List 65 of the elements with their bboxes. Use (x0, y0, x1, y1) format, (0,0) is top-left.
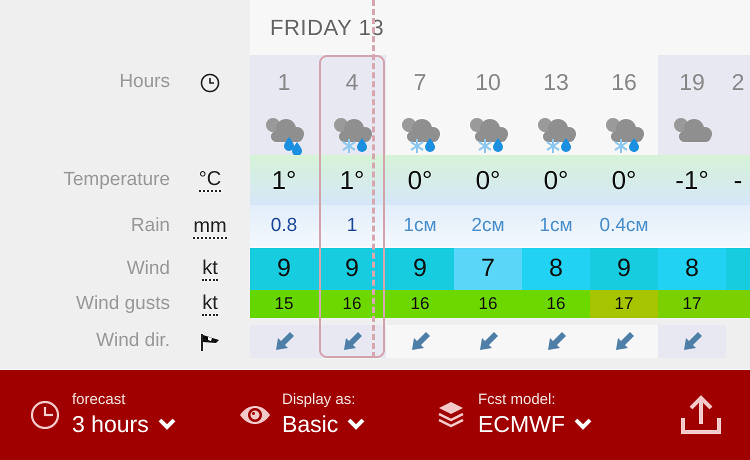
hour-cell: 16 (590, 55, 658, 110)
wind-cell: 8 (522, 248, 590, 290)
wind-cell: 9 (318, 248, 386, 290)
temperature-value: 0° (612, 164, 636, 196)
wind-arrow-icon (545, 330, 567, 352)
hour-cell: 13 (522, 55, 590, 110)
gust-cell: 17 (590, 290, 658, 318)
windsock-icon (199, 332, 221, 352)
temperature-value: 0° (408, 164, 432, 196)
row-label: Wind gusts (76, 292, 170, 314)
gust-cell (726, 290, 750, 318)
wind-arrow-icon (681, 330, 703, 352)
wind-cell: 9 (250, 248, 318, 290)
hour-cell: 19 (658, 55, 726, 110)
temperature-value: -1° (675, 164, 709, 196)
row-label: Wind dir. (96, 330, 170, 352)
chevron-down-icon (572, 417, 593, 431)
rain-value: 0.4см (600, 214, 648, 238)
row-label: Hours (119, 71, 170, 92)
wind-cell (726, 248, 750, 290)
wind-cell: 7 (454, 248, 522, 290)
clock-icon (28, 399, 62, 431)
gust-cell: 17 (658, 290, 726, 318)
chevron-down-icon (346, 417, 366, 431)
chevron-down-icon (156, 417, 177, 431)
rain-value: 2см (471, 214, 505, 238)
wind-cell: 9 (590, 248, 658, 290)
wind-arrow-icon (477, 330, 499, 352)
temperature-value: 1° (272, 164, 296, 196)
rain-value: 1см (539, 214, 573, 238)
wind-arrow-icon (273, 330, 295, 352)
wind-cell: 8 (658, 248, 726, 290)
temperature-value: 0° (544, 164, 568, 196)
share-icon (680, 394, 722, 436)
row-label: Rain (130, 215, 170, 236)
wind-arrow-icon (341, 330, 363, 352)
unit-label: kt (202, 292, 218, 316)
gust-cell: 16 (386, 290, 454, 318)
wind-cell: 9 (386, 248, 454, 290)
share-button[interactable] (680, 394, 722, 436)
temperature-value: 0° (476, 164, 500, 196)
dropdown-button[interactable]: forecast 3 hours (28, 391, 238, 439)
temperature-value: 1° (340, 164, 364, 196)
gust-cell: 16 (454, 290, 522, 318)
hour-cell: 1 (250, 55, 318, 110)
row-label: Wind (126, 258, 170, 279)
gust-cell: 16 (522, 290, 590, 318)
unit-label: mm (193, 214, 227, 238)
gust-cell: 15 (250, 290, 318, 318)
clock-icon (200, 72, 220, 92)
unit-label: kt (202, 257, 218, 281)
wind-arrow-icon (613, 330, 635, 352)
rain-value: 0.8 (270, 214, 298, 238)
wind-arrow-icon (409, 330, 431, 352)
hour-cell: 10 (454, 55, 522, 110)
hour-cell: 2 (726, 55, 750, 110)
dropdown-button[interactable]: Display as: Basic (238, 391, 434, 439)
unit-label: °C (198, 168, 222, 192)
rain-value: 1см (403, 214, 437, 238)
dropdown-button[interactable]: Fcst model: ECMWF (434, 391, 634, 439)
gust-cell: 16 (318, 290, 386, 318)
row-label: Temperature (63, 168, 170, 190)
temperature-value: - (734, 164, 742, 196)
rain-value: 1 (346, 214, 358, 238)
hour-cell: 7 (386, 55, 454, 110)
